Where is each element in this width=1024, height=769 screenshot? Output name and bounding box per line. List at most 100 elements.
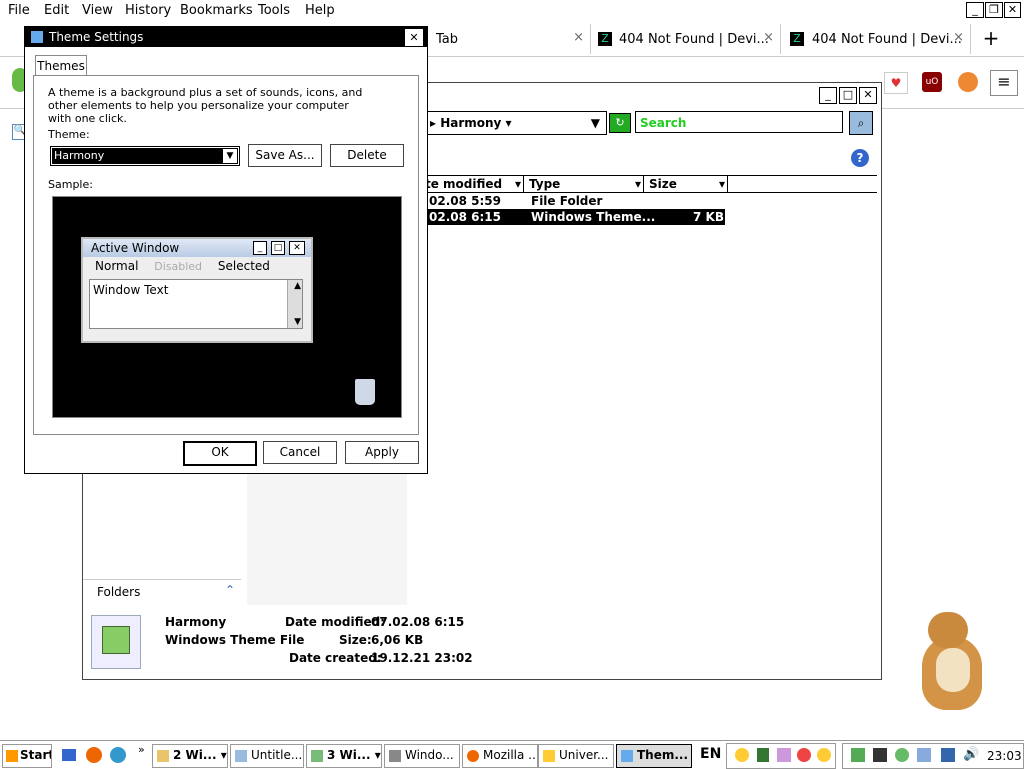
notepad-icon xyxy=(235,749,247,762)
cpu-tray-icon[interactable] xyxy=(917,748,931,762)
site-favicon-icon: Z xyxy=(790,32,804,46)
taskbar-item-windows[interactable]: Windo... xyxy=(384,744,460,768)
show-desktop-icon[interactable] xyxy=(62,749,76,761)
monitor-icon xyxy=(389,749,401,762)
explorer-maximize-icon[interactable]: □ xyxy=(839,87,857,104)
device-tray-icon[interactable] xyxy=(873,748,887,762)
menu-view[interactable]: View xyxy=(82,3,113,18)
taskbar-item-explorer-group[interactable]: 2 Wi... ▾ xyxy=(152,744,228,768)
details-kind: Windows Theme File xyxy=(165,633,305,647)
theme-settings-dialog: Theme Settings ✕ Themes A theme is a bac… xyxy=(24,26,428,474)
go-refresh-icon[interactable]: ↻ xyxy=(609,113,631,133)
save-as-button[interactable]: Save As... xyxy=(248,144,322,167)
taskbar-item-window-group[interactable]: 3 Wi... ▾ xyxy=(306,744,382,768)
folder-icon xyxy=(157,749,169,762)
minimize-icon[interactable]: _ xyxy=(966,2,984,18)
apply-button[interactable]: Apply xyxy=(345,441,419,464)
users-tray-icon[interactable] xyxy=(895,748,909,762)
scroll-up-icon: ▲ xyxy=(294,281,301,291)
close-icon[interactable]: ✕ xyxy=(405,29,423,46)
close-icon[interactable]: ✕ xyxy=(1004,2,1021,18)
media-tray-icon[interactable] xyxy=(817,748,831,762)
display-tray-icon[interactable] xyxy=(941,748,955,762)
scroll-down-icon: ▼ xyxy=(294,317,301,327)
battery-tray-icon[interactable] xyxy=(757,748,769,762)
folders-toggle[interactable]: Folders ⌃ xyxy=(83,579,241,604)
col-size[interactable]: Size ▾ xyxy=(649,176,728,192)
ie-launch-icon[interactable] xyxy=(110,747,126,763)
details-modified-value: 07.02.08 6:15 xyxy=(371,615,465,629)
col-date-modified[interactable]: te modified ▾ xyxy=(425,176,524,192)
chevron-up-icon: ⌃ xyxy=(225,583,236,597)
menu-help[interactable]: Help xyxy=(305,3,335,18)
menu-tools[interactable]: Tools xyxy=(258,3,290,18)
taskbar-item-theme-settings[interactable]: Them... xyxy=(616,744,692,768)
explorer-minimize-icon[interactable]: _ xyxy=(819,87,837,104)
preview-pane xyxy=(247,473,407,605)
search-icon[interactable]: ⌕ xyxy=(849,111,873,135)
close-tab-icon[interactable]: × xyxy=(953,30,964,45)
sample-active-window: Active Window _ □ ✕ Normal Disabled Sele… xyxy=(81,237,313,343)
clock[interactable]: 23:03 xyxy=(987,749,1022,763)
network-tray-icon[interactable] xyxy=(851,748,865,762)
sample-preview: Active Window _ □ ✕ Normal Disabled Sele… xyxy=(52,196,402,418)
display-icon xyxy=(31,31,43,43)
taskbar: Start » 2 Wi... ▾ Untitle... 3 Wi... ▾ W… xyxy=(0,740,1024,769)
close-tab-icon[interactable]: × xyxy=(573,30,584,45)
help-icon[interactable]: ? xyxy=(851,149,869,167)
tab-themes[interactable]: Themes xyxy=(35,55,87,76)
volume-icon[interactable]: 🔊 xyxy=(963,747,979,762)
tab-404-2[interactable]: Z 404 Not Found | Devi... × xyxy=(782,24,971,54)
taskbar-item-universal[interactable]: Univer... xyxy=(538,744,614,768)
theme-label: Theme: xyxy=(48,128,90,141)
chevron-down-icon: ▼ xyxy=(222,148,238,164)
details-created-value: 19.12.21 23:02 xyxy=(371,651,473,665)
search-input[interactable]: Search xyxy=(635,111,843,133)
theme-description: A theme is a background plus a set of so… xyxy=(48,86,363,125)
theme-file-icon xyxy=(91,615,141,669)
table-row[interactable]: 02.08 5:59 File Folder xyxy=(425,193,725,209)
ublock-icon[interactable]: uO xyxy=(922,72,942,92)
taskbar-item-mozilla[interactable]: Mozilla ... xyxy=(462,744,538,768)
delete-button[interactable]: Delete xyxy=(330,144,404,167)
sample-menu: Normal Disabled Selected xyxy=(95,259,270,273)
firefox-launch-icon[interactable] xyxy=(86,747,102,763)
menu-history[interactable]: History xyxy=(125,3,171,18)
dialog-titlebar[interactable]: Theme Settings ✕ xyxy=(25,27,427,47)
explorer-close-icon[interactable]: ✕ xyxy=(859,87,877,104)
table-row-selected[interactable]: 02.08 6:15 Windows Theme... 7 KB xyxy=(425,209,725,225)
site-favicon-icon: Z xyxy=(598,32,612,46)
blocked-tray-icon[interactable] xyxy=(797,748,811,762)
details-size-value: 6,06 KB xyxy=(371,633,424,647)
close-icon: ✕ xyxy=(289,241,305,255)
pocket-icon[interactable]: ♥ xyxy=(884,72,908,94)
restore-icon[interactable]: ❐ xyxy=(985,2,1003,18)
new-tab-button[interactable]: + xyxy=(980,26,1002,50)
shield-tray-icon[interactable] xyxy=(735,748,749,762)
tab-new-tab[interactable]: Tab × xyxy=(426,24,591,54)
ok-button[interactable]: OK xyxy=(183,441,257,466)
maximize-icon: □ xyxy=(271,241,285,255)
app-tray-icon[interactable] xyxy=(777,748,791,762)
cancel-button[interactable]: Cancel xyxy=(263,441,337,464)
tab-404-1[interactable]: Z 404 Not Found | Devi... × xyxy=(592,24,781,54)
start-button[interactable]: Start xyxy=(2,744,52,768)
col-type[interactable]: Type ▾ xyxy=(529,176,644,192)
language-indicator[interactable]: EN xyxy=(700,746,721,762)
system-tray: 🔊 23:03 xyxy=(842,743,1024,769)
details-created-label: Date created: xyxy=(289,651,382,665)
overflow-chevron-icon[interactable]: » xyxy=(138,743,145,756)
address-bar[interactable]: ▸ Harmony ▾ ▼ xyxy=(425,111,607,135)
quick-tray xyxy=(726,743,836,769)
minimize-icon: _ xyxy=(253,241,267,255)
details-name: Harmony xyxy=(165,615,227,629)
firefox-icon[interactable] xyxy=(958,72,978,92)
menu-bookmarks[interactable]: Bookmarks xyxy=(180,3,253,18)
menu-file[interactable]: File xyxy=(8,3,30,18)
theme-select[interactable]: Harmony ▼ xyxy=(50,146,240,166)
taskbar-item-untitled[interactable]: Untitle... xyxy=(230,744,304,768)
menu-edit[interactable]: Edit xyxy=(44,3,69,18)
close-tab-icon[interactable]: × xyxy=(763,30,774,45)
hamburger-menu-icon[interactable]: ≡ xyxy=(990,70,1018,96)
app-group-icon xyxy=(311,749,323,762)
